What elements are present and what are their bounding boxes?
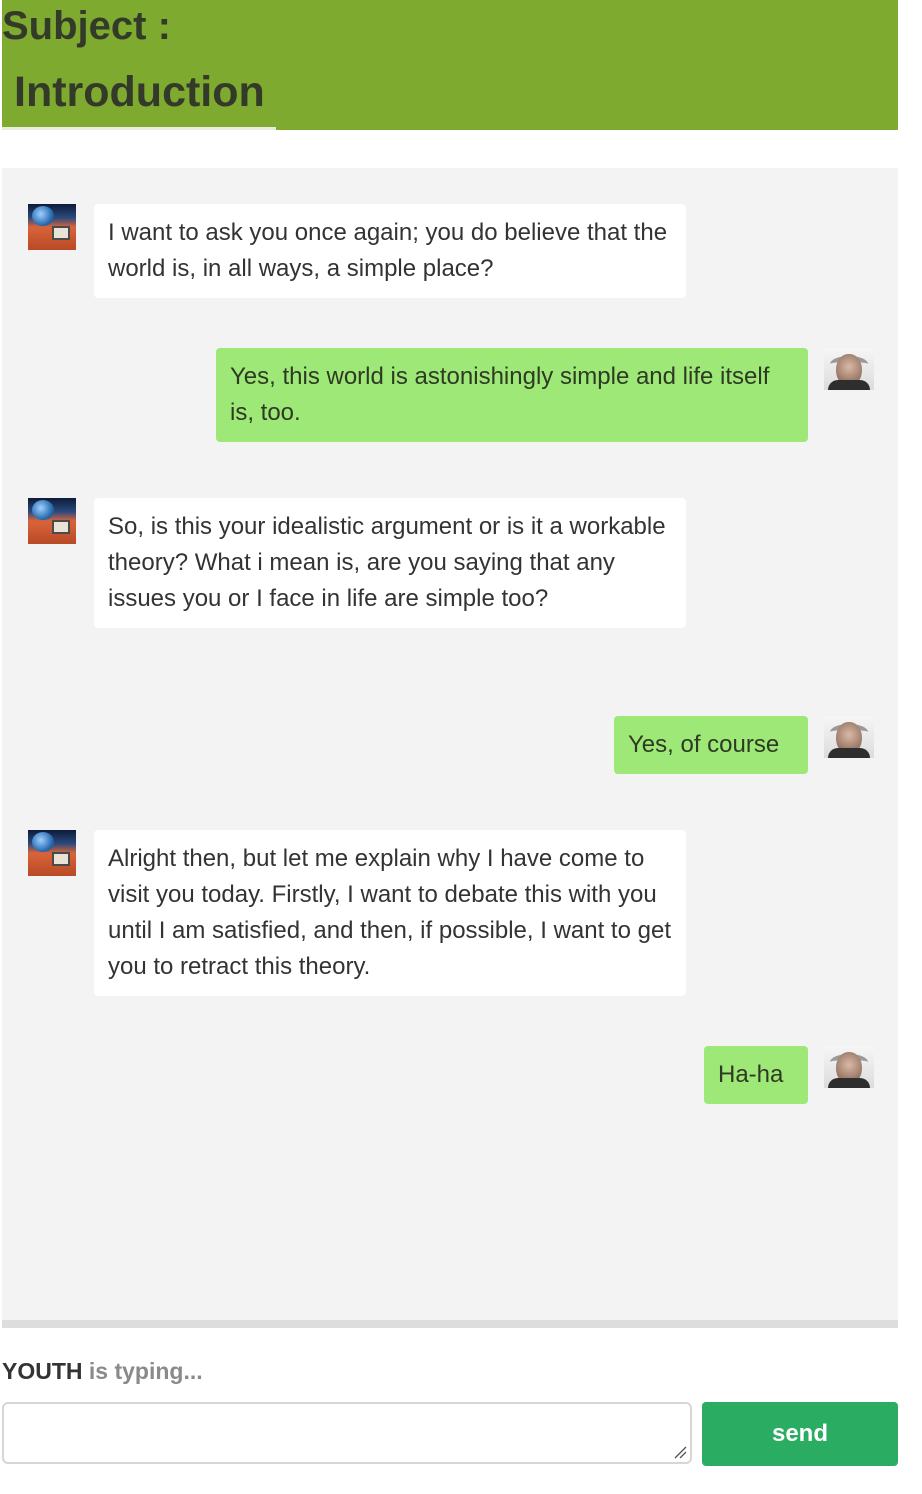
message-bubble: Alright then, but let me explain why I h… bbox=[94, 830, 686, 996]
subject-header: Subject : Introduction bbox=[2, 0, 898, 130]
rover-icon bbox=[52, 226, 70, 240]
message-bubble: Yes, of course bbox=[614, 716, 808, 774]
planet-icon bbox=[32, 206, 54, 226]
typing-user: YOUTH bbox=[2, 1358, 83, 1384]
youth-avatar bbox=[28, 498, 76, 544]
avatar-body bbox=[828, 1078, 870, 1088]
subject-underline bbox=[2, 127, 276, 130]
send-button[interactable]: send bbox=[702, 1402, 898, 1466]
philosopher-avatar bbox=[824, 1046, 874, 1088]
rover-icon bbox=[52, 852, 70, 866]
philosopher-avatar bbox=[824, 348, 874, 390]
avatar-body bbox=[828, 748, 870, 758]
philosopher-avatar bbox=[824, 716, 874, 758]
youth-avatar bbox=[28, 204, 76, 250]
message-input[interactable] bbox=[2, 1402, 692, 1464]
message-bubble: Yes, this world is astonishingly simple … bbox=[216, 348, 808, 442]
subject-label: Subject : bbox=[2, 4, 171, 48]
typing-indicator: YOUTH is typing... bbox=[2, 1356, 203, 1386]
rover-icon bbox=[52, 520, 70, 534]
subject-title: Introduction bbox=[14, 68, 265, 116]
resize-grip-icon[interactable] bbox=[673, 1445, 687, 1459]
planet-icon bbox=[32, 832, 54, 852]
youth-avatar bbox=[28, 830, 76, 876]
message-bubble: So, is this your idealistic argument or … bbox=[94, 498, 686, 628]
chat-log[interactable]: I want to ask you once again; you do bel… bbox=[2, 168, 898, 1320]
typing-status: is typing... bbox=[82, 1358, 203, 1384]
message-bubble: Ha-ha bbox=[704, 1046, 808, 1104]
chat-divider bbox=[2, 1320, 898, 1328]
avatar-body bbox=[828, 380, 870, 390]
planet-icon bbox=[32, 500, 54, 520]
message-bubble: I want to ask you once again; you do bel… bbox=[94, 204, 686, 298]
